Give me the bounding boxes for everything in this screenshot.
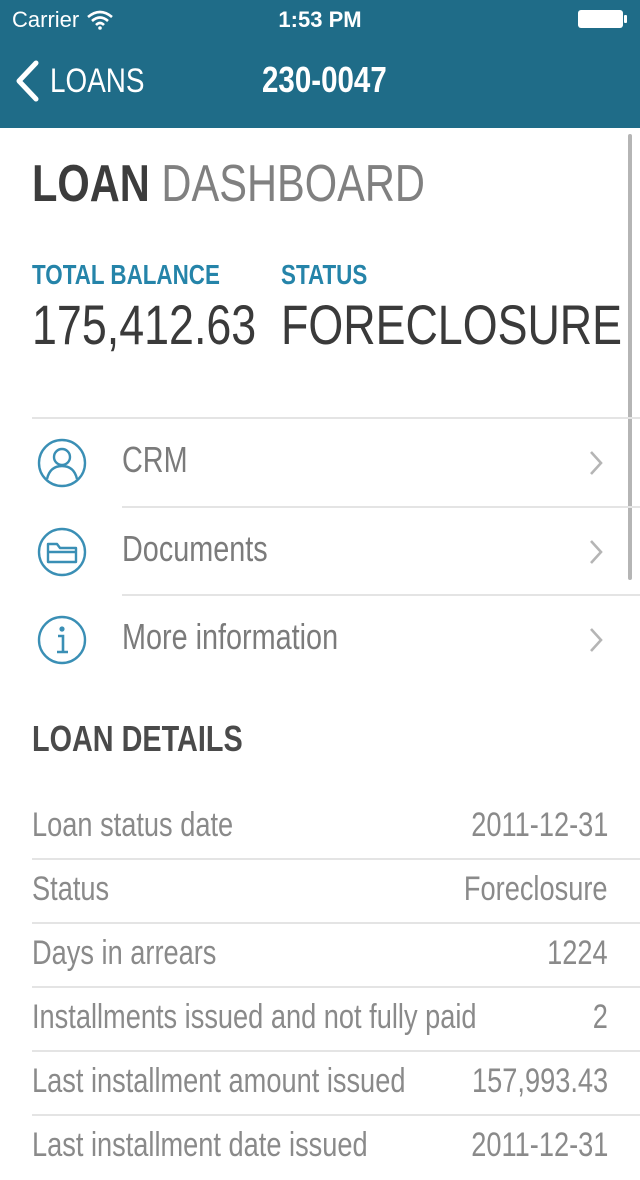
status-value: FORECLOSURE [281,293,623,356]
folder-icon [37,527,87,577]
detail-label: Installments issued and not fully paid [32,998,477,1036]
total-balance-label: TOTAL BALANCE [32,259,220,290]
detail-label: Last installment date issued [32,1126,368,1164]
detail-row-status: Status Foreclosure [32,860,608,924]
menu-item-label: CRM [122,439,188,480]
menu-item-label: Documents [122,528,268,569]
detail-value: 2011-12-31 [470,806,608,844]
page-title: LOAN DASHBOARD [32,154,523,214]
menu-item-documents[interactable]: Documents [0,508,640,596]
status-label: STATUS [281,259,368,290]
info-icon [37,615,87,665]
detail-value: 2 [592,998,608,1036]
status-time: 1:53 PM [278,7,362,32]
menu-item-crm[interactable]: CRM [0,419,640,507]
detail-value: 1224 [547,934,608,972]
page-title-strong: LOAN [32,155,150,213]
detail-label: Status [32,870,110,908]
detail-value: Foreclosure [464,870,608,908]
app-header: Carrier 1:53 PM LOANS 230-0047 [0,0,640,128]
menu-item-more-information[interactable]: More information [0,596,640,684]
detail-value: 157,993.43 [471,1062,608,1100]
detail-label: Days in arrears [32,934,217,972]
detail-row-installments-unpaid: Installments issued and not fully paid 2 [32,988,608,1052]
chevron-right-icon [590,540,603,564]
page-title-light: DASHBOARD [161,155,425,213]
chevron-right-icon [590,451,603,475]
status-bar: Carrier 1:53 PM [0,0,640,40]
menu-item-label: More information [122,616,339,657]
chevron-left-icon [16,60,39,102]
loan-details-heading: LOAN DETAILS [32,718,243,759]
detail-row-loan-status-date: Loan status date 2011-12-31 [32,796,608,860]
total-balance-value: 175,412.63 [32,293,257,356]
chevron-right-icon [590,628,603,652]
detail-row-last-installment-amount: Last installment amount issued 157,993.4… [32,1052,608,1116]
nav-title: 230-0047 [262,59,387,100]
detail-label: Loan status date [32,806,234,844]
back-label: LOANS [50,61,145,100]
detail-value: 2011-12-31 [470,1126,608,1164]
detail-row-days-in-arrears: Days in arrears 1224 [32,924,608,988]
back-button[interactable]: LOANS [14,58,165,104]
person-icon [37,438,87,488]
navigation-bar: LOANS 230-0047 [0,40,640,128]
detail-label: Last installment amount issued [32,1062,406,1100]
battery-icon [578,10,627,28]
detail-row-last-installment-date: Last installment date issued 2011-12-31 [32,1116,608,1180]
